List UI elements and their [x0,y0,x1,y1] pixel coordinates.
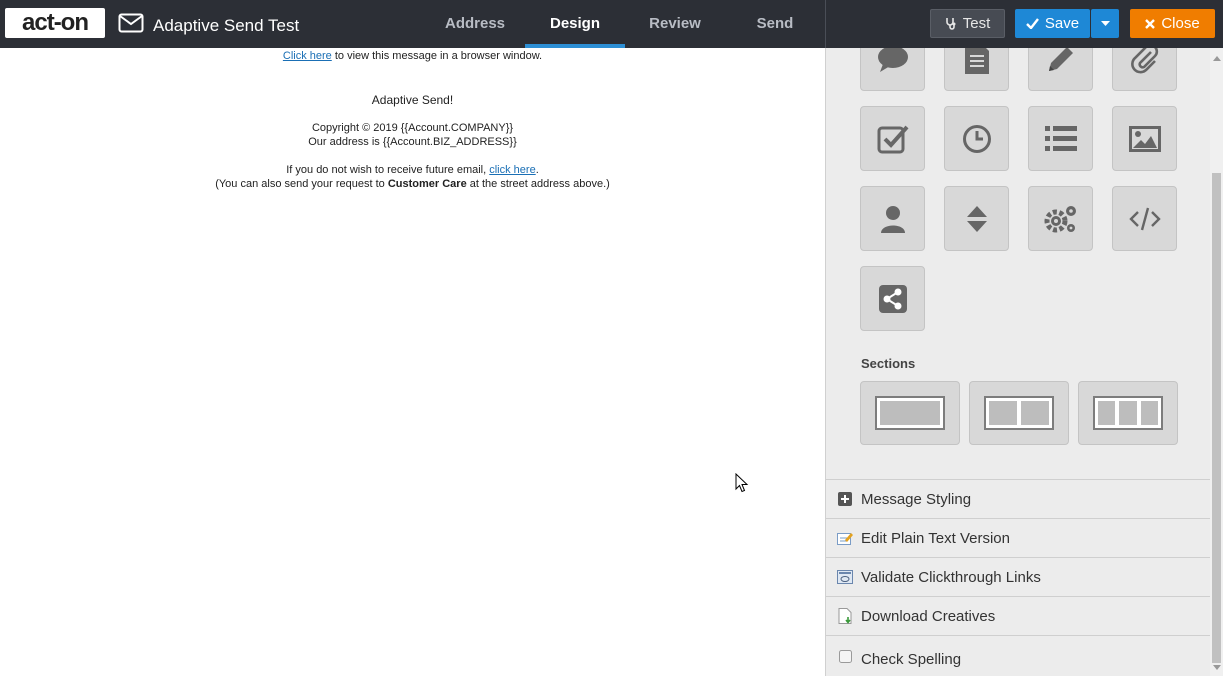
copyright-text: Copyright © 2019 {{Account.COMPANY}} [311,122,514,134]
stethoscope-icon [945,18,956,30]
design-sidebar: Sections Message Styling Edit Plain Text… [825,48,1223,676]
block-signature[interactable] [1028,48,1093,91]
browser-view-line: Click here to view this message in a bro… [0,50,825,62]
unsubscribe-line: If you do not wish to receive future ema… [0,164,825,176]
edit-note-icon [837,530,853,546]
menu-validate-links[interactable]: Validate Clickthrough Links [826,557,1210,596]
care-text-post: at the street address above.) [466,178,610,190]
menu-message-styling-label: Message Styling [861,490,972,508]
tab-review[interactable]: Review [625,0,725,48]
tab-address[interactable]: Address [425,0,525,48]
save-options-dropdown[interactable] [1091,9,1119,38]
tab-send[interactable]: Send [725,0,825,48]
menu-message-styling[interactable]: Message Styling [826,479,1210,518]
paperclip-icon [1130,48,1158,73]
care-text-pre: (You can also send your request to [215,178,388,190]
plus-square-icon [837,491,853,507]
unsubscribe-link[interactable]: click here [489,164,535,176]
sidebar-scrollbar[interactable] [1210,48,1223,676]
care-text-bold: Customer Care [387,178,467,190]
scroll-up-arrow[interactable] [1213,56,1221,61]
menu-download-creatives-label: Download Creatives [861,607,996,625]
block-document[interactable] [944,48,1009,91]
block-image[interactable] [1112,106,1177,171]
checkbox-icon [877,125,908,153]
test-button[interactable]: Test [930,9,1005,38]
image-icon [1128,125,1161,152]
block-dynamic-content[interactable] [1028,186,1093,251]
code-icon [1128,207,1161,230]
menu-check-spelling[interactable]: Check Spelling [826,635,1210,674]
customer-care-line: (You can also send your request to Custo… [0,178,825,190]
pencil-icon [1048,48,1073,71]
tab-design[interactable]: Design [525,0,625,48]
email-preview: Click here to view this message in a bro… [0,48,825,676]
section-one-column[interactable] [860,381,960,445]
scroll-down-arrow[interactable] [1213,665,1221,670]
block-html[interactable] [1112,186,1177,251]
email-heading: Adaptive Send! [371,93,454,107]
menu-download-creatives[interactable]: Download Creatives [826,596,1210,635]
list-icon [1044,125,1077,151]
download-doc-icon [837,608,853,624]
three-column-layout-icon [1093,396,1163,430]
block-spacer[interactable] [944,186,1009,251]
check-icon [1026,18,1039,29]
menu-check-spelling-label: Check Spelling [861,651,962,668]
browser-view-text: to view this message in a browser window… [331,50,543,62]
close-icon [1145,18,1156,29]
message-title: Adaptive Send Test [153,16,300,35]
scroll-thumb[interactable] [1212,173,1221,663]
block-text[interactable] [860,48,925,91]
sections-heading: Sections [861,356,916,371]
caret-down-icon [1100,21,1110,26]
close-button-label: Close [1161,15,1200,32]
menu-validate-links-label: Validate Clickthrough Links [861,568,1041,586]
menu-edit-plain-text-label: Edit Plain Text Version [861,529,1010,547]
checkbox-empty-icon[interactable] [837,648,853,664]
one-column-layout-icon [875,396,945,430]
block-personalization[interactable] [860,186,925,251]
speech-bubble-icon [877,48,908,72]
nav-tabs: Address Design Review Send [425,0,825,48]
topbar-divider [825,0,826,48]
gears-icon [1044,205,1076,232]
unsubscribe-end: . [535,164,539,176]
block-attachment[interactable] [1112,48,1177,91]
person-icon [880,205,905,233]
top-bar: act-on Adaptive Send Test Address Design… [0,0,1223,48]
address-text: Our address is {{Account.BIZ_ADDRESS}} [308,136,517,148]
save-button-label: Save [1044,15,1080,32]
clock-icon [962,124,991,153]
section-three-column[interactable] [1078,381,1178,445]
document-icon [964,48,989,74]
share-icon [878,284,907,313]
unsubscribe-text: If you do not wish to receive future ema… [286,164,490,176]
act-on-logo[interactable]: act-on [5,8,105,38]
block-form[interactable] [860,106,925,171]
spacer-arrows-icon [966,205,987,232]
test-button-label: Test [962,15,991,32]
mouse-cursor-icon [735,473,749,493]
section-two-column[interactable] [969,381,1069,445]
save-button[interactable]: Save [1015,9,1090,38]
block-social-share[interactable] [860,266,925,331]
two-column-layout-icon [984,396,1054,430]
validate-links-icon [837,569,853,585]
block-countdown[interactable] [944,106,1009,171]
app: act-on Adaptive Send Test Address Design… [0,0,1223,676]
view-in-browser-link[interactable]: Click here [283,50,332,62]
block-list[interactable] [1028,106,1093,171]
close-button[interactable]: Close [1130,9,1215,38]
menu-edit-plain-text[interactable]: Edit Plain Text Version [826,518,1210,557]
envelope-icon [118,13,144,33]
